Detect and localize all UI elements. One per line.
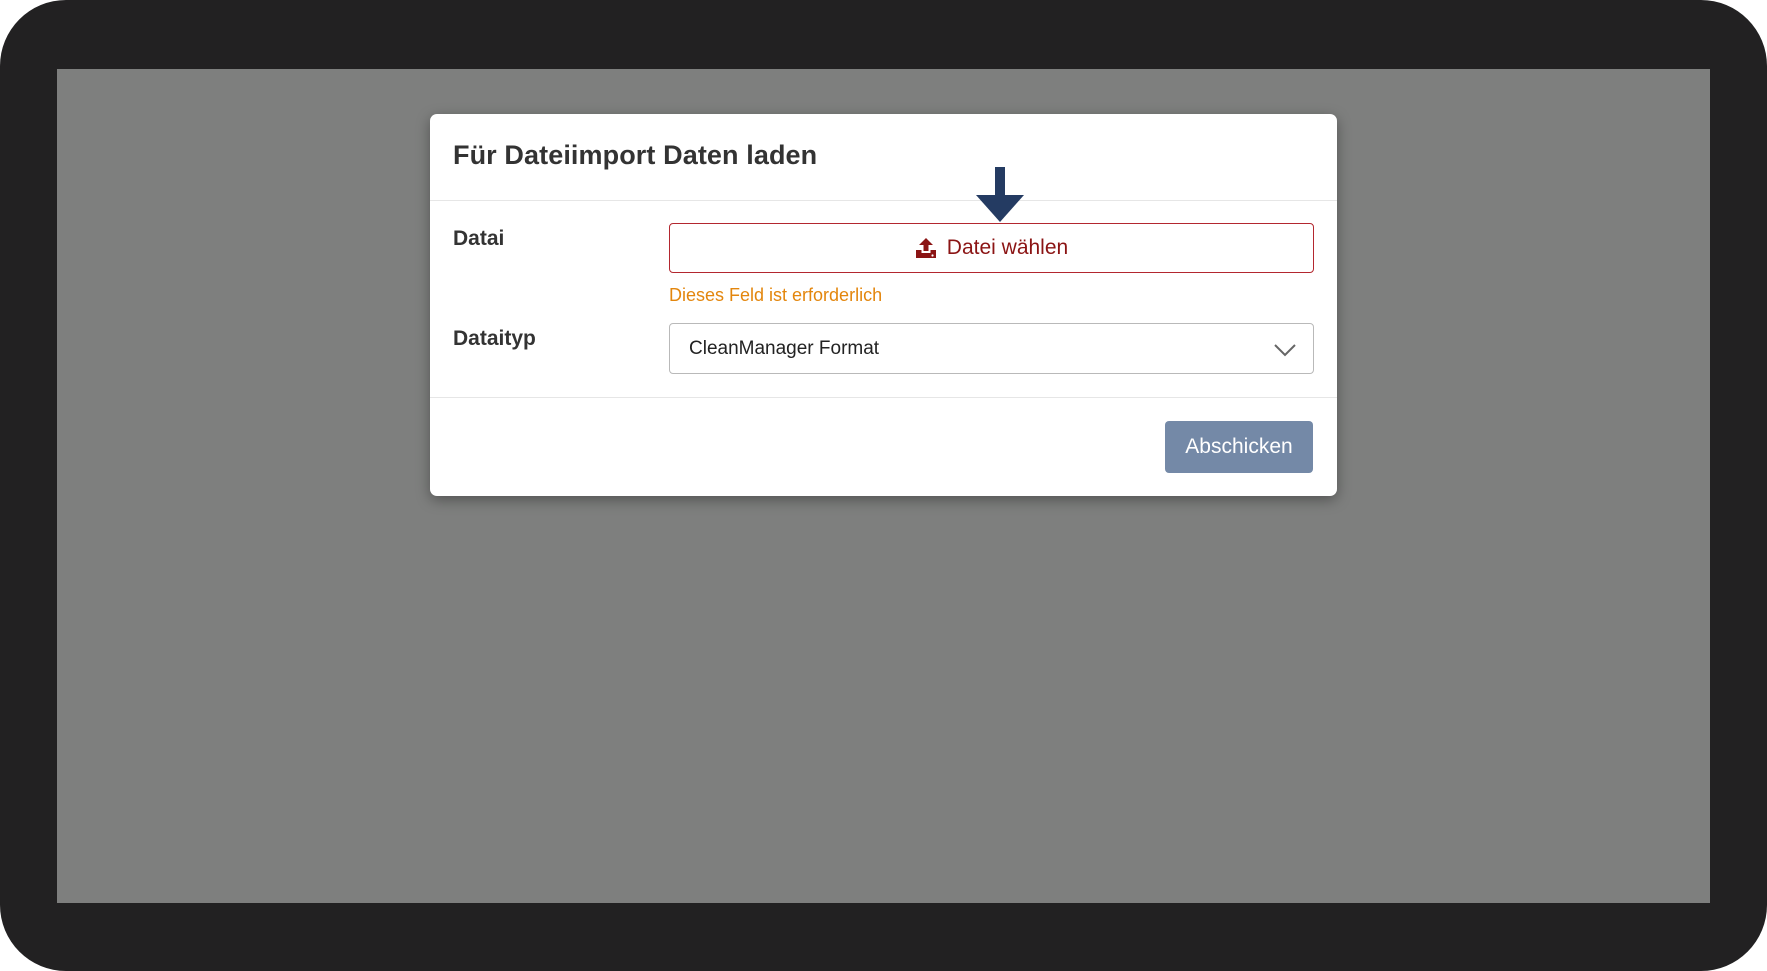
submit-button[interactable]: Abschicken: [1165, 421, 1313, 473]
dialog-header: Für Dateiimport Daten laden: [430, 114, 1337, 201]
down-arrow-icon: [976, 167, 1024, 228]
import-dialog: Für Dateiimport Daten laden Datai Datei …: [430, 114, 1337, 496]
file-type-select[interactable]: CleanManager Format: [669, 323, 1314, 374]
dialog-title: Für Dateiimport Daten laden: [453, 140, 818, 170]
dialog-body: Datai Datei wählen Dieses Feld ist erfor…: [430, 201, 1337, 398]
upload-icon: [915, 237, 937, 259]
dialog-footer: Abschicken: [430, 398, 1337, 496]
file-error-message: Dieses Feld ist erforderlich: [669, 285, 883, 305]
file-type-value: CleanManager Format: [689, 337, 880, 359]
chevron-down-icon: [1274, 341, 1296, 363]
device-frame: Für Dateiimport Daten laden Datai Datei …: [0, 0, 1767, 971]
choose-file-button[interactable]: Datei wählen: [669, 223, 1314, 273]
file-label: Datai: [453, 227, 505, 250]
file-type-label: Dataityp: [453, 327, 536, 350]
choose-file-label: Datei wählen: [946, 236, 1069, 259]
modal-overlay: Für Dateiimport Daten laden Datai Datei …: [57, 69, 1710, 903]
